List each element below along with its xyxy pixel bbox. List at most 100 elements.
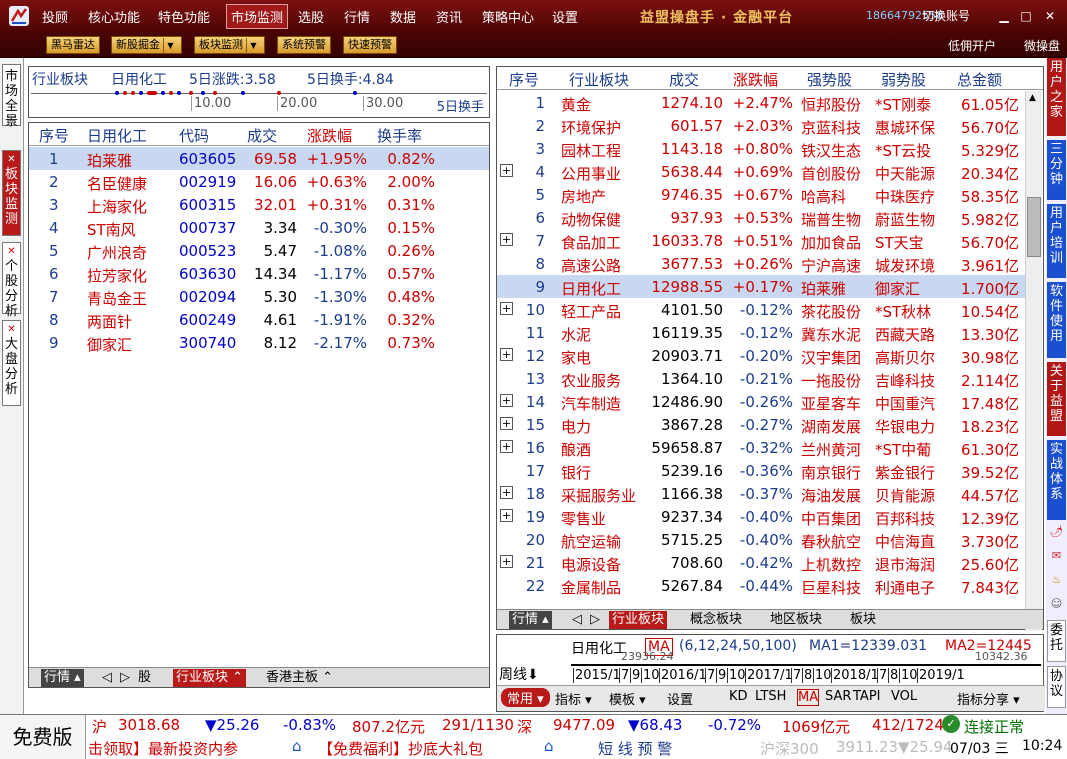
ticker-news-1[interactable]: 击领取】最新投资内参 (88, 738, 238, 759)
menu-item-4[interactable]: 选股 (298, 7, 324, 26)
expand-plus-icon[interactable]: + (500, 440, 513, 453)
left-tab-2[interactable]: ✕ 个股分析 (2, 242, 21, 319)
sector-row[interactable]: 6 动物保健 937.93 +0.53% 瑞普生物 蔚蓝生物 5.982亿 (497, 206, 1025, 229)
tab-market[interactable]: 行情 ▴ (41, 669, 84, 687)
menu-item-7[interactable]: 资讯 (436, 7, 462, 26)
settings-button[interactable]: 设置 (667, 689, 693, 708)
short-term-alert[interactable]: 短 线 预 警 (598, 738, 672, 759)
col-price[interactable]: 成交 (247, 125, 277, 146)
free-version-badge[interactable]: 免费版 (0, 715, 86, 759)
tab-concept-sector[interactable]: 概念板块 (687, 611, 745, 629)
col-sector[interactable]: 行业板块 (569, 69, 629, 90)
tapi-button[interactable]: TAPI (853, 689, 881, 704)
close-icon[interactable]: ✕ (3, 247, 20, 257)
expand-plus-icon[interactable]: + (500, 486, 513, 499)
col-code[interactable]: 代码 (179, 125, 209, 146)
left-tab-1[interactable]: ✕ 板块监测 (2, 150, 21, 236)
sector-row[interactable]: +16 酿酒 59658.87 -0.32% 兰州黄河 *ST中葡 61.30亿 (497, 436, 1025, 459)
sector-row[interactable]: 22 金属制品 5267.84 -0.44% 巨星科技 利通电子 7.843亿 (497, 574, 1025, 597)
expand-plus-icon[interactable]: + (500, 348, 513, 361)
tab-prev-arrow-icon[interactable]: ◁ (99, 669, 115, 687)
col-price[interactable]: 成交 (669, 69, 699, 90)
ipo-mining-button[interactable]: 新股掘金 ▼ (111, 36, 182, 54)
sector-row[interactable]: 1 黄金 1274.10 +2.47% 恒邦股份 *ST刚泰 61.05亿 (497, 91, 1025, 114)
sector-row[interactable]: 11 水泥 16119.35 -0.12% 冀东水泥 西藏天路 13.30亿 (497, 321, 1025, 344)
sector-row[interactable]: +14 汽车制造 12486.90 -0.26% 亚星客车 中国重汽 17.48亿 (497, 390, 1025, 413)
expand-plus-icon[interactable]: + (500, 509, 513, 522)
expand-plus-icon[interactable]: + (500, 164, 513, 177)
kd-button[interactable]: KD (729, 689, 748, 704)
menu-item-8[interactable]: 策略中心 (482, 7, 534, 26)
tab-prev-arrow-icon[interactable]: ◁ (569, 611, 585, 629)
right-link-1[interactable]: 协议 (1047, 666, 1066, 708)
sector-row[interactable]: +19 零售业 9237.34 -0.40% 中百集团 百邦科技 12.39亿 (497, 505, 1025, 528)
micro-trade-link[interactable]: 微操盘 (1024, 37, 1060, 54)
mail-icon[interactable]: ✉ (1049, 548, 1064, 563)
sector-row[interactable]: +4 公用事业 5638.44 +0.69% 首创股份 中天能源 20.34亿 (497, 160, 1025, 183)
tab-hk-main-board[interactable]: 香港主板 ⌃ (263, 669, 336, 687)
ma-button[interactable]: MA (797, 689, 820, 706)
menu-item-0[interactable]: 投顾 (42, 7, 68, 26)
expand-plus-icon[interactable]: + (500, 302, 513, 315)
col-turnover[interactable]: 换手率 (377, 125, 422, 146)
right-link-0[interactable]: 委托 (1047, 620, 1066, 662)
col-name[interactable]: 日用化工 (87, 125, 147, 146)
sector-row[interactable]: 17 银行 5239.16 -0.36% 南京银行 紫金银行 39.52亿 (497, 459, 1025, 482)
stock-row[interactable]: 9 御家汇 300740 8.12 -2.17% 0.73% (29, 331, 489, 354)
system-alert-button[interactable]: 系统预警 (277, 36, 331, 54)
menu-item-5[interactable]: 行情 (344, 7, 370, 26)
expand-plus-icon[interactable]: + (500, 417, 513, 430)
switch-account-link[interactable]: 切换账号 (922, 7, 970, 24)
stock-row[interactable]: 4 ST南风 000737 3.34 -0.30% 0.15% (29, 216, 489, 239)
maximize-icon[interactable]: □ (1018, 8, 1034, 24)
stock-row[interactable]: 3 上海家化 600315 32.01 +0.31% 0.31% (29, 193, 489, 216)
col-strong-stock[interactable]: 强势股 (807, 69, 852, 90)
sector-row[interactable]: 2 环境保护 601.57 +2.03% 京蓝科技 惠城环保 56.70亿 (497, 114, 1025, 137)
tab-sector[interactable]: 板块 (847, 611, 879, 629)
ticker-news-2[interactable]: 【免费福利】抄底大礼包 (318, 738, 483, 759)
tab-region-sector[interactable]: 地区板块 (767, 611, 825, 629)
stock-row[interactable]: 6 拉芳家化 603630 14.34 -1.17% 0.57% (29, 262, 489, 285)
left-tab-0[interactable]: 市场全景 (2, 64, 21, 129)
vol-button[interactable]: VOL (891, 689, 917, 704)
stock-row[interactable]: 7 青岛金王 002094 5.30 -1.30% 0.48% (29, 285, 489, 308)
left-tab-3[interactable]: ✕ 大盘分析 (2, 320, 21, 406)
menu-item-1[interactable]: 核心功能 (88, 7, 140, 26)
stock-row[interactable]: 5 广州浪奇 000523 5.47 -1.08% 0.26% (29, 239, 489, 262)
expand-plus-icon[interactable]: + (500, 394, 513, 407)
sector-row[interactable]: 5 房地产 9746.35 +0.67% 哈高科 中珠医疗 58.35亿 (497, 183, 1025, 206)
right-tab-3[interactable]: 软件使用 (1047, 282, 1066, 358)
home-icon[interactable]: ⌂ (544, 737, 554, 755)
col-change[interactable]: 涨跌幅 (733, 69, 778, 90)
close-icon[interactable]: ✕ (1042, 8, 1058, 24)
ltsh-button[interactable]: LTSH (755, 689, 786, 704)
indicator-share-button[interactable]: 指标分享 ▾ (957, 689, 1020, 708)
sector-row[interactable]: +10 轻工产品 4101.50 -0.12% 茶花股份 *ST秋林 10.54亿 (497, 298, 1025, 321)
right-tab-4[interactable]: 关于益盟 (1047, 362, 1066, 436)
close-icon[interactable]: ✕ (3, 325, 20, 335)
template-button[interactable]: 模板 ▾ (609, 689, 646, 708)
col-weak-stock[interactable]: 弱势股 (881, 69, 926, 90)
stock-row[interactable]: 8 两面针 600249 4.61 -1.91% 0.32% (29, 308, 489, 331)
user-icon[interactable]: ☺ (1049, 596, 1064, 611)
sector-row[interactable]: +18 采掘服务业 1166.38 -0.37% 海油发展 贝肯能源 44.57亿 (497, 482, 1025, 505)
sector-row[interactable]: +7 食品加工 16033.78 +0.51% 加加食品 ST天宝 56.70亿 (497, 229, 1025, 252)
tab-next-arrow-icon[interactable]: ▷ (587, 611, 603, 629)
heima-radar-button[interactable]: 黑马雷达 (46, 36, 100, 54)
sector-row[interactable]: 13 农业服务 1364.10 -0.21% 一拖股份 吉峰科技 2.114亿 (497, 367, 1025, 390)
common-button[interactable]: 常用 ▾ (501, 688, 550, 707)
tab-industry-sector[interactable]: 行业板块 (609, 611, 668, 629)
tab-industry-sector[interactable]: 行业板块 ⌃ (173, 669, 247, 687)
sector-row[interactable]: +21 电源设备 708.60 -0.42% 上机数控 退市海润 25.60亿 (497, 551, 1025, 574)
expand-plus-icon[interactable]: + (500, 233, 513, 246)
chili-icon[interactable]: 🌶 (1049, 524, 1064, 539)
right-tab-2[interactable]: 用户培训 (1047, 204, 1066, 278)
right-tab-0[interactable]: 用户之家 (1047, 58, 1066, 136)
tab-stock[interactable]: 股 (135, 669, 154, 687)
indicator-button[interactable]: 指标 ▾ (555, 689, 592, 708)
sector-monitor-button[interactable]: 板块监测 ▼ (194, 36, 265, 54)
close-icon[interactable]: ✕ (3, 155, 20, 165)
sector-row[interactable]: 9 日用化工 12988.55 +0.17% 珀莱雅 御家汇 1.700亿 (497, 275, 1025, 298)
sector-row[interactable]: 8 高速公路 3677.53 +0.26% 宁沪高速 城发环境 3.961亿 (497, 252, 1025, 275)
col-index[interactable]: 序号 (509, 69, 539, 90)
